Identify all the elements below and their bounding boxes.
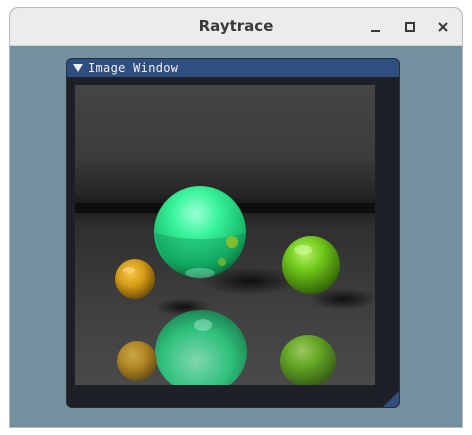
window-title: Raytrace [198, 17, 274, 35]
title-bar[interactable]: Raytrace [10, 8, 462, 46]
raytrace-render [75, 85, 375, 385]
triangle-down-icon [73, 64, 83, 72]
close-icon [438, 21, 448, 32]
close-button[interactable] [429, 8, 457, 45]
collapse-toggle[interactable] [70, 59, 86, 77]
image-window-title: Image Window [88, 61, 179, 75]
app-window: Raytrace Image Window [10, 8, 462, 427]
resize-grip[interactable] [383, 391, 399, 407]
raytrace-image [75, 85, 375, 385]
minimize-button[interactable] [362, 8, 390, 45]
image-window-panel: Image Window [67, 59, 399, 407]
maximize-icon [405, 21, 415, 32]
maximize-button[interactable] [396, 8, 424, 45]
resize-grip-icon [383, 391, 399, 407]
minimize-icon [371, 29, 380, 32]
image-window-header[interactable]: Image Window [67, 59, 399, 77]
main-content: Image Window [10, 46, 462, 427]
